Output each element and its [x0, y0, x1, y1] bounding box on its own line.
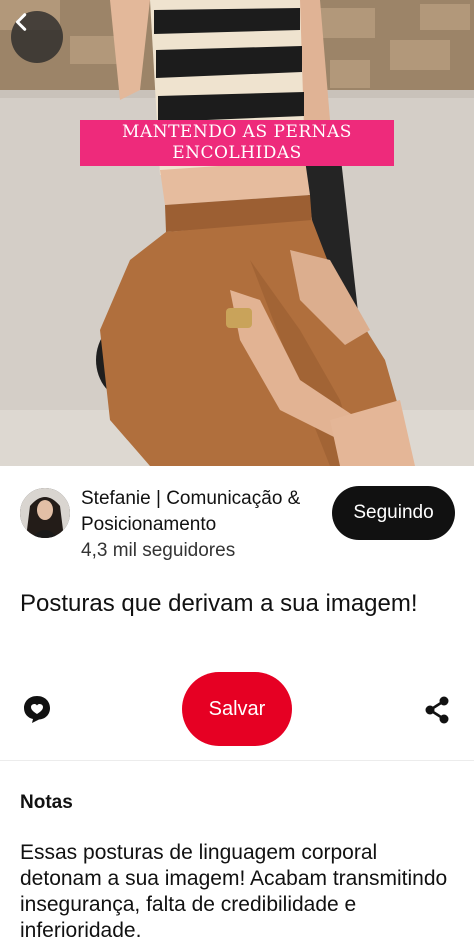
follower-count: 4,3 mil seguidores: [81, 540, 236, 561]
caption-line-2: ENCOLHIDAS: [172, 143, 302, 163]
video-caption: MANTENDO AS PERNAS ENCOLHIDAS: [80, 120, 394, 166]
notes-body: Essas posturas de linguagem corporal det…: [20, 841, 448, 942]
pin-title: Posturas que derivam a sua imagem!: [20, 590, 418, 617]
notes-heading: Notas: [20, 792, 73, 813]
pin-photo: [0, 0, 474, 466]
avatar[interactable]: [20, 488, 70, 538]
share-icon[interactable]: [424, 696, 450, 724]
chevron-left-icon: [15, 13, 27, 31]
creator-name[interactable]: Stefanie | Comunicação & Posicionamento: [81, 486, 341, 538]
comment-icon[interactable]: [22, 694, 52, 724]
save-button[interactable]: Salvar: [182, 672, 292, 746]
caption-line-1: MANTENDO AS PERNAS: [122, 122, 352, 142]
creator-row: Stefanie | Comunicação & Posicionamento …: [20, 486, 460, 566]
action-bar: Salvar: [0, 672, 474, 748]
back-button[interactable]: [11, 11, 63, 63]
pin-image[interactable]: MANTENDO AS PERNAS ENCOLHIDAS: [0, 0, 474, 466]
pin-detail-page: MANTENDO AS PERNAS ENCOLHIDAS Stefanie |…: [0, 0, 474, 952]
divider: [0, 760, 474, 761]
avatar-image: [20, 488, 70, 538]
following-button[interactable]: Seguindo: [332, 486, 455, 540]
